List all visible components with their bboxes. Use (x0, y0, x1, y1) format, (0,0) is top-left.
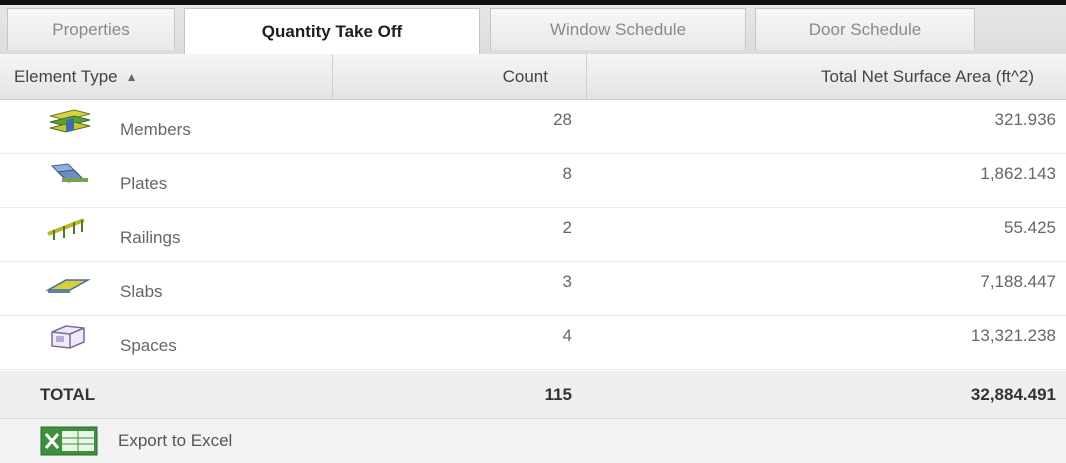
column-header-net-surface-area[interactable]: Total Net Surface Area (ft^2) (586, 54, 1066, 100)
table-body: Members 28 321.936 Plates 8 1,862.143 Ra… (0, 100, 1066, 370)
total-area: 32,884.491 (970, 385, 1056, 404)
slabs-icon (45, 279, 91, 293)
table-row[interactable]: Spaces 4 13,321.238 (0, 316, 1066, 370)
element-type-label: Members (120, 120, 191, 139)
excel-icon (40, 426, 98, 456)
element-type-label: Spaces (120, 336, 177, 355)
column-header-count[interactable]: Count (332, 54, 586, 100)
table-header: Element Type ▲ Count Total Net Surface A… (0, 54, 1066, 100)
table-row[interactable]: Slabs 3 7,188.447 (0, 262, 1066, 316)
area-cell: 55.425 (1004, 218, 1056, 237)
element-type-label: Plates (120, 174, 168, 193)
total-label: TOTAL (40, 385, 96, 404)
count-cell: 3 (562, 272, 572, 291)
column-header-label: Element Type (14, 67, 118, 86)
tab-bar: Properties Quantity Take Off Window Sche… (0, 0, 1066, 54)
spaces-icon (51, 325, 85, 349)
total-count: 115 (544, 385, 572, 404)
plates-icon (50, 163, 88, 183)
quantity-takeoff-panel: Properties Quantity Take Off Window Sche… (0, 0, 1066, 463)
footer-bar: Export to Excel (0, 419, 1066, 463)
column-header-element-type[interactable]: Element Type ▲ (0, 54, 332, 100)
export-to-excel-label: Export to Excel (118, 431, 233, 450)
count-cell: 2 (562, 218, 572, 237)
table-row[interactable]: Members 28 321.936 (0, 100, 1066, 154)
railings-icon (47, 218, 85, 240)
tab-properties[interactable]: Properties (7, 8, 175, 50)
area-cell: 7,188.447 (980, 272, 1056, 291)
sort-ascending-icon: ▲ (125, 70, 138, 84)
count-cell: 4 (562, 326, 572, 345)
area-cell: 321.936 (994, 110, 1056, 129)
table-row[interactable]: Plates 8 1,862.143 (0, 154, 1066, 208)
export-to-excel-button[interactable]: Export to Excel (40, 425, 232, 457)
members-icon (49, 109, 91, 133)
tab-door-schedule[interactable]: Door Schedule (755, 8, 975, 50)
area-cell: 13,321.238 (970, 326, 1056, 345)
element-type-label: Slabs (120, 282, 163, 301)
tab-quantity-take-off[interactable]: Quantity Take Off (184, 8, 480, 54)
count-cell: 8 (562, 164, 572, 183)
tab-window-schedule[interactable]: Window Schedule (490, 8, 746, 50)
total-row: TOTAL 115 32,884.491 (0, 371, 1066, 419)
count-cell: 28 (553, 110, 572, 129)
element-type-label: Railings (120, 228, 181, 247)
area-cell: 1,862.143 (980, 164, 1056, 183)
table-row[interactable]: Railings 2 55.425 (0, 208, 1066, 262)
